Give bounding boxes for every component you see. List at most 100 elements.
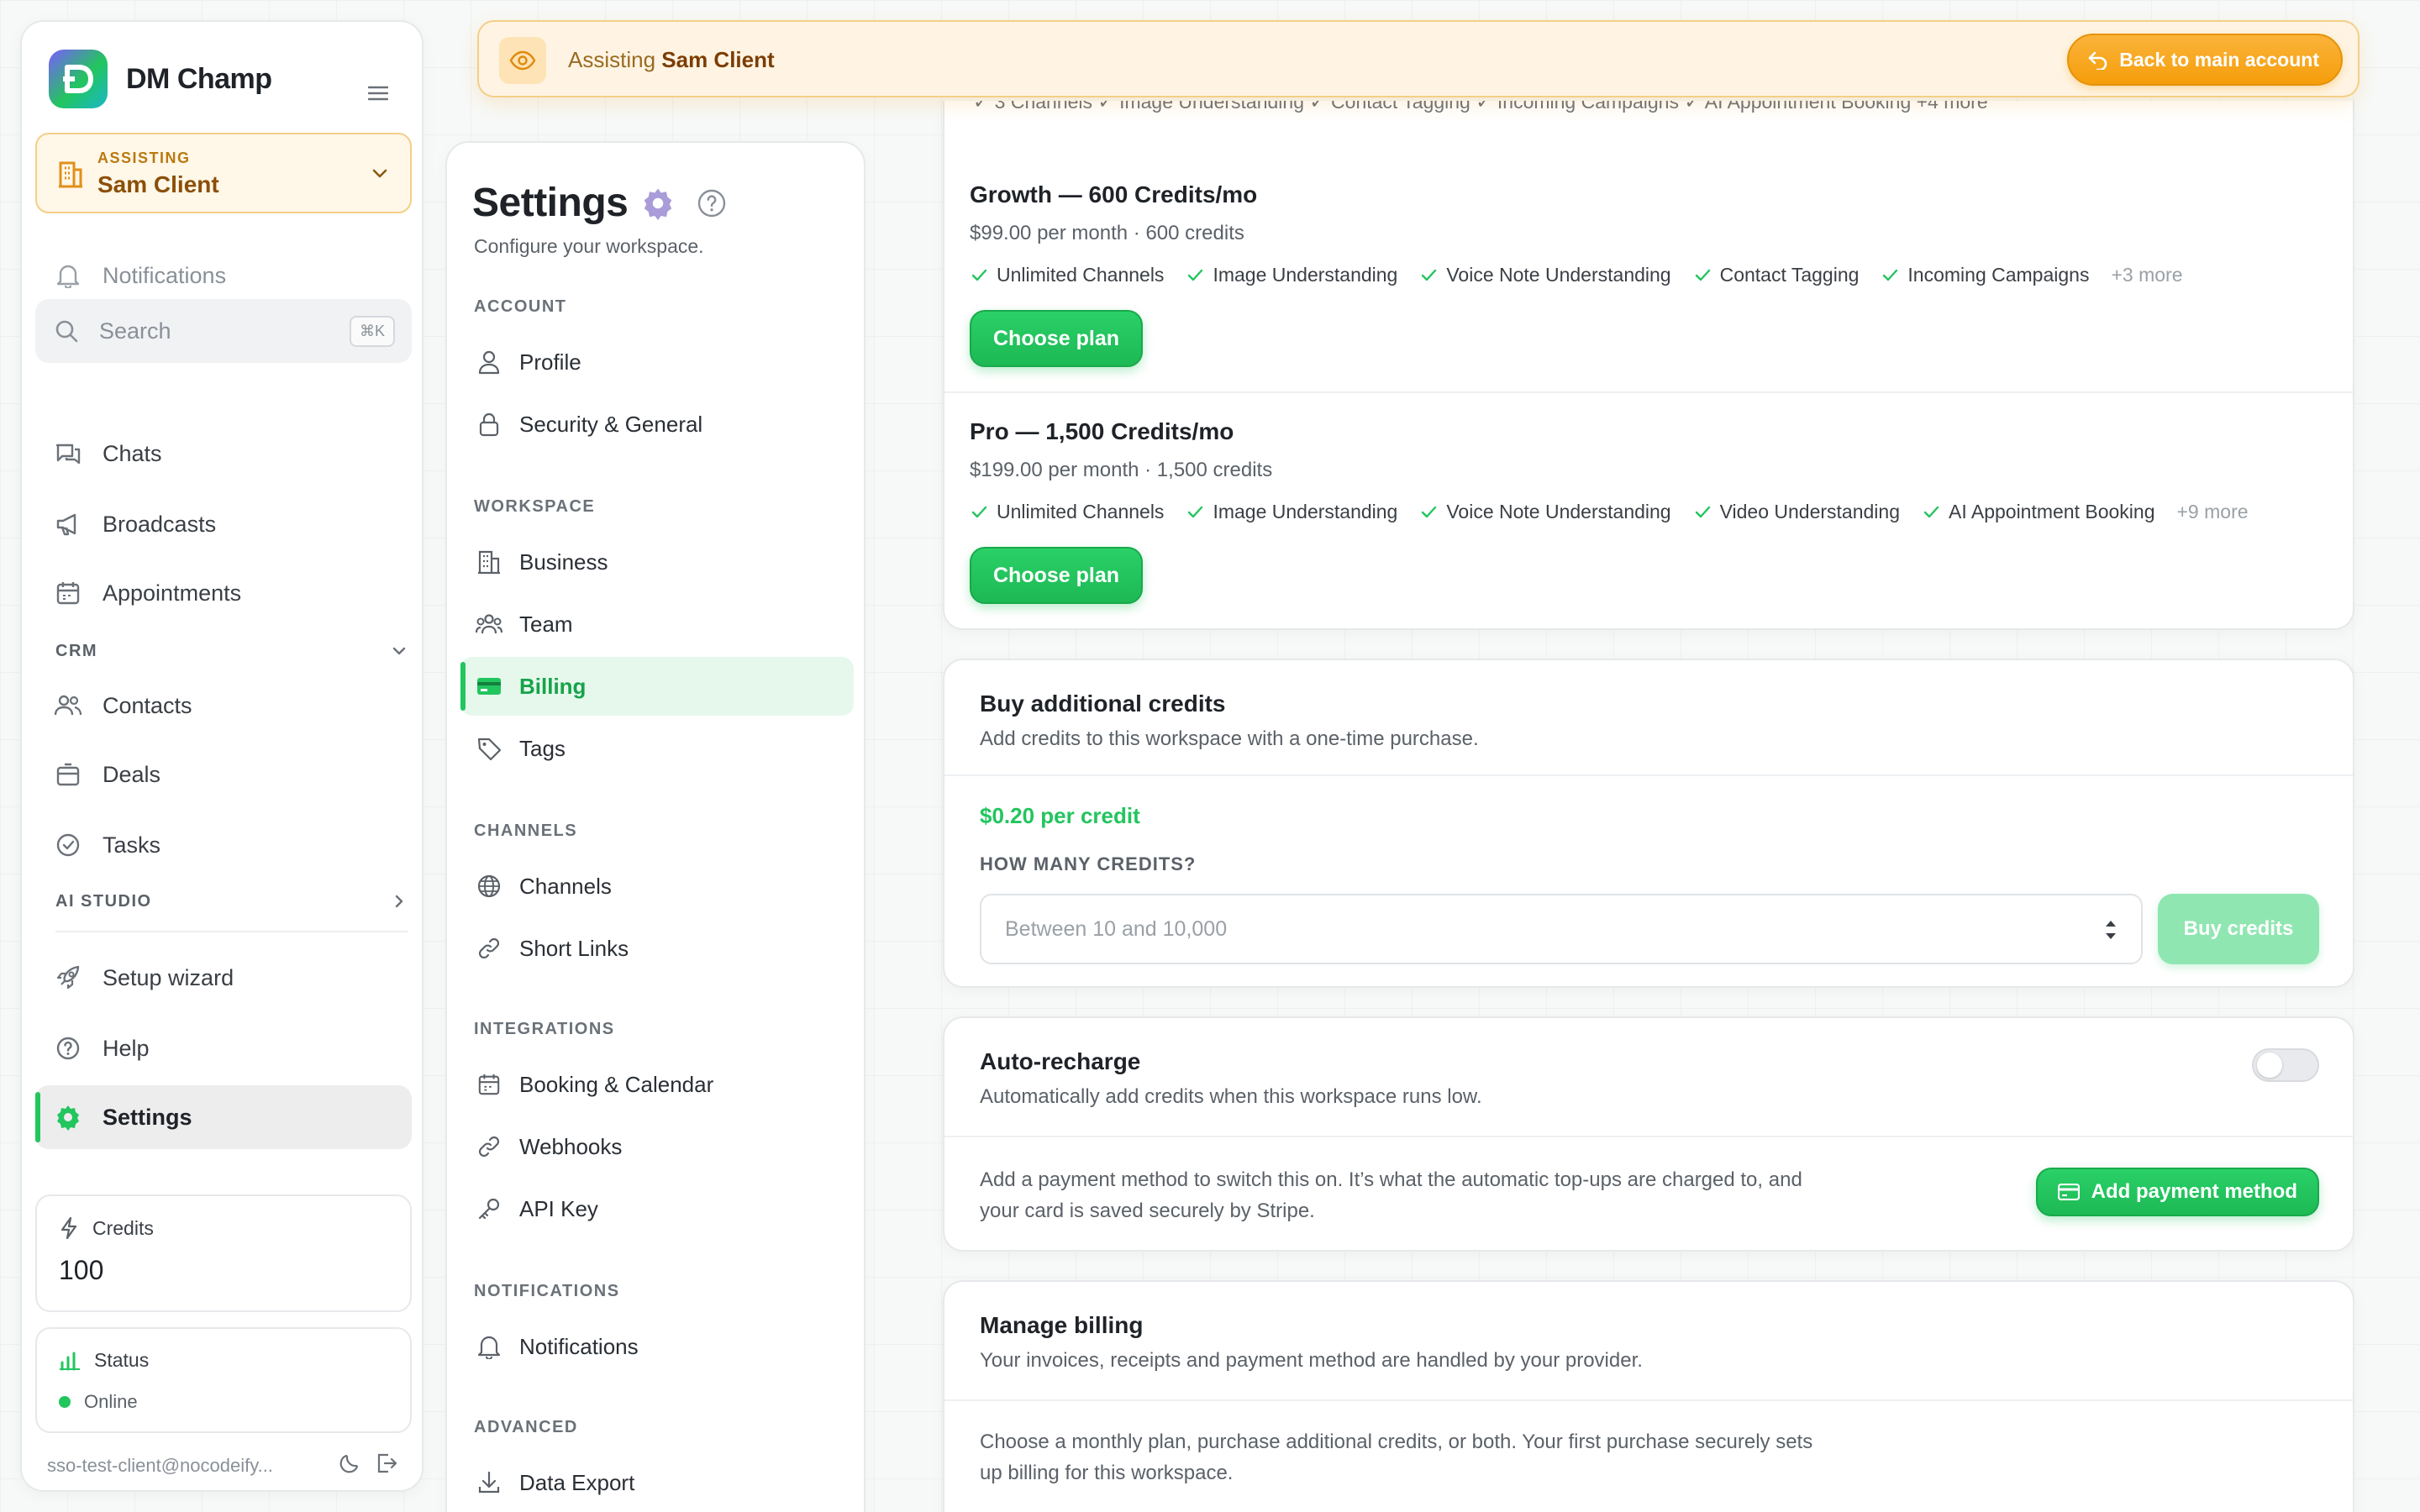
manage-billing-description: Choose a monthly plan, purchase addition… [980,1431,1813,1484]
add-payment-method-button[interactable]: Add payment method [2035,1168,2319,1216]
settings-item-channels[interactable]: Channels [460,857,854,916]
subscription-plans-card: ✓ 3 Channels ✓ Image Understanding ✓ Con… [943,101,2354,630]
menu-toggle-icon[interactable] [368,86,388,101]
assisting-banner: Assisting Sam Client Back to main accoun… [477,20,2360,97]
buy-credits-card: Buy additional credits Add credits to th… [943,659,2354,988]
settings-item-data-export[interactable]: Data Export [460,1453,854,1512]
settings-item-profile[interactable]: Profile [460,333,854,391]
sidebar-item-setup-wizard[interactable]: Setup wizard [35,946,412,1010]
globe-icon [476,873,502,900]
sidebar-item-contacts[interactable]: Contacts [35,674,412,738]
credits-quantity-label: HOW MANY CREDITS? [980,853,1197,874]
credits-card: Credits 100 [35,1194,412,1312]
manage-billing-card: Manage billing Your invoices, receipts a… [943,1280,2354,1512]
search-placeholder: Search [99,318,171,344]
check-icon [970,503,988,522]
sidebar-item-help[interactable]: Help [35,1016,412,1080]
sidebar-item-deals[interactable]: Deals [35,743,412,806]
plan-feature: AI Appointment Booking [1922,501,2155,523]
lightning-icon [59,1216,79,1240]
settings-item-booking-calendar[interactable]: Booking & Calendar [460,1055,854,1114]
sidebar-item-notifications[interactable]: Notifications [35,244,412,307]
assisting-client-selector[interactable]: ASSISTING Sam Client [35,133,412,213]
brand[interactable]: DM Champ [49,49,272,109]
sidebar-item-broadcasts[interactable]: Broadcasts [35,492,412,556]
sidebar-section-crm[interactable]: CRM [55,638,408,664]
plan-more-features[interactable]: +9 more [2177,501,2249,523]
sidebar: DM Champ ASSISTING Sam Client Notificati… [20,20,424,1492]
number-stepper-icon[interactable] [2102,916,2119,944]
sidebar-item-tasks[interactable]: Tasks [35,813,412,877]
users-icon [54,691,82,720]
tag-icon [476,735,502,762]
settings-item-short-links[interactable]: Short Links [460,919,854,978]
plan-features: Unlimited Channels Image Understanding V… [970,501,2331,523]
link-icon [476,935,502,962]
sidebar-item-appointments[interactable]: Appointments [35,561,412,625]
building-icon [476,549,502,575]
plan-more-features[interactable]: +3 more [2111,264,2182,286]
settings-item-api-key[interactable]: API Key [460,1179,854,1238]
sidebar-item-label: Tasks [103,832,161,858]
assisting-client-name: Sam Client [661,47,775,72]
auto-recharge-toggle[interactable] [2252,1048,2319,1082]
footer-actions [338,1452,398,1475]
plan-feature: Video Understanding [1693,501,1900,523]
sidebar-item-label: Appointments [103,580,242,606]
box-icon [54,760,82,789]
settings-item-label: Webhooks [519,1133,623,1159]
choose-plan-pro-button[interactable]: Choose plan [970,547,1144,604]
settings-item-label: Security & General [519,411,703,437]
sidebar-item-label: Setup wizard [103,964,234,990]
dm-champ-logo-icon [49,50,108,108]
buy-credits-button[interactable]: Buy credits [2158,894,2319,964]
settings-item-security-general[interactable]: Security & General [460,395,854,454]
settings-item-billing[interactable]: Billing [460,657,854,716]
card-title: Auto-recharge [980,1048,1141,1074]
plan-feature: Incoming Campaigns [1881,264,2089,286]
check-icon [1693,503,1712,522]
chevron-down-icon [390,642,408,660]
settings-section-workspace: WORKSPACE [474,497,596,516]
credits-label: Credits [92,1216,154,1239]
card-title: Manage billing [980,1312,1144,1338]
assisting-label: ASSISTING [97,150,191,166]
settings-item-notifications[interactable]: Notifications [460,1317,854,1376]
rocket-icon [54,963,82,992]
sidebar-divider [55,931,408,932]
card-divider [944,1399,2353,1401]
sidebar-item-label: Contacts [103,692,192,718]
settings-item-webhooks[interactable]: Webhooks [460,1117,854,1176]
check-icon [970,266,988,285]
settings-item-business[interactable]: Business [460,533,854,591]
settings-heading: Settings [472,180,727,226]
settings-item-team[interactable]: Team [460,595,854,654]
user-icon [476,349,502,375]
settings-item-label: Team [519,611,573,637]
back-to-main-account-button[interactable]: Back to main account [2067,34,2343,86]
card-divider [944,774,2353,776]
dark-mode-moon-icon[interactable] [338,1452,361,1475]
sidebar-item-settings[interactable]: Settings [35,1085,412,1149]
chevron-right-icon [390,892,408,911]
online-dot-icon [59,1396,71,1408]
card-divider [944,1136,2353,1137]
logout-icon[interactable] [375,1452,398,1475]
sidebar-item-chats[interactable]: Chats [35,422,412,486]
help-icon[interactable] [697,188,727,218]
return-arrow-icon [2087,50,2109,70]
settings-item-label: Notifications [519,1333,639,1359]
status-card: Status Online [35,1327,412,1433]
megaphone-icon [54,510,82,538]
credits-quantity-input[interactable]: Between 10 and 10,000 [980,894,2143,964]
team-icon [476,611,502,638]
check-icon [1881,266,1899,285]
building-icon [57,160,84,188]
search-input[interactable]: Search ⌘K [35,299,412,363]
sidebar-section-ai-studio[interactable]: AI STUDIO [55,889,408,914]
settings-item-tags[interactable]: Tags [460,719,854,778]
choose-plan-growth-button[interactable]: Choose plan [970,310,1144,367]
plan-title: Growth — 600 Credits/mo [970,181,1258,207]
plan-title: Pro — 1,500 Credits/mo [970,418,1234,444]
assisting-banner-text: Assisting Sam Client [568,47,775,72]
